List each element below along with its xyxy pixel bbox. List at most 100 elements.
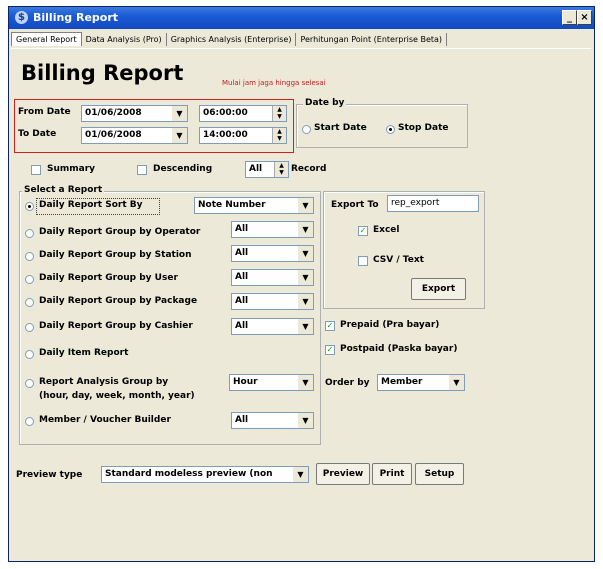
- report-radio-item[interactable]: [25, 350, 34, 359]
- analysis-period-select[interactable]: Hour ▼: [229, 374, 314, 391]
- csv-checkbox[interactable]: [358, 256, 368, 266]
- station-select[interactable]: All ▼: [231, 245, 314, 262]
- to-time-spinner[interactable]: ▲ ▼: [272, 128, 286, 143]
- report-label-item[interactable]: Daily Item Report: [39, 348, 128, 358]
- preview-type-select[interactable]: Standard modeless preview (non ▼: [101, 466, 309, 483]
- postpaid-checkbox[interactable]: ✓: [325, 345, 335, 355]
- to-date-value: 01/06/2008: [85, 130, 142, 140]
- start-date-label[interactable]: Start Date: [314, 123, 367, 133]
- report-label-user[interactable]: Daily Report Group by User: [39, 273, 178, 283]
- report-radio-voucher[interactable]: [25, 417, 34, 426]
- user-select[interactable]: All ▼: [231, 269, 314, 286]
- close-button[interactable]: ×: [577, 10, 592, 25]
- prepaid-label: Prepaid (Pra bayar): [340, 320, 440, 330]
- report-label-operator[interactable]: Daily Report Group by Operator: [39, 227, 200, 237]
- report-label-analysis[interactable]: Report Analysis Group by: [39, 377, 168, 387]
- report-radio-sort-by[interactable]: [25, 202, 34, 211]
- postpaid-label: Postpaid (Paska bayar): [340, 344, 458, 354]
- voucher-value: All: [235, 415, 249, 425]
- chevron-down-icon[interactable]: ▼: [297, 375, 313, 390]
- excel-label: Excel: [373, 225, 400, 235]
- package-select[interactable]: All ▼: [231, 293, 314, 310]
- chevron-down-icon[interactable]: ▼: [297, 319, 313, 334]
- voucher-select[interactable]: All ▼: [231, 412, 314, 429]
- from-date-picker[interactable]: 01/06/2008 ▼: [81, 105, 188, 122]
- prepaid-checkbox[interactable]: ✓: [325, 321, 335, 331]
- setup-button[interactable]: Setup: [415, 463, 464, 485]
- report-label-analysis-detail: (hour, day, week, month, year): [39, 391, 195, 401]
- tab-graphics-analysis[interactable]: Graphics Analysis (Enterprise): [167, 33, 297, 46]
- from-time-field[interactable]: 06:00:00 ▲ ▼: [199, 105, 287, 122]
- chevron-down-icon[interactable]: ▼: [297, 198, 313, 213]
- summary-label: Summary: [47, 164, 96, 174]
- report-radio-analysis[interactable]: [25, 379, 34, 388]
- chevron-down-icon[interactable]: ▼: [448, 375, 464, 390]
- report-radio-cashier[interactable]: [25, 323, 34, 332]
- record-count-spinner[interactable]: ▲ ▼: [274, 162, 288, 177]
- sort-by-select[interactable]: Note Number ▼: [194, 197, 314, 214]
- report-radio-operator[interactable]: [25, 229, 34, 238]
- page-title: Billing Report: [21, 61, 184, 85]
- cashier-value: All: [235, 321, 249, 331]
- report-label-cashier[interactable]: Daily Report Group by Cashier: [39, 321, 193, 331]
- chevron-down-icon[interactable]: ▼: [297, 413, 313, 428]
- descending-label: Descending: [153, 164, 213, 174]
- preview-type-value: Standard modeless preview (non: [105, 469, 273, 479]
- station-value: All: [235, 248, 249, 258]
- tab-data-analysis[interactable]: Data Analysis (Pro): [82, 33, 167, 46]
- to-date-label: To Date: [18, 129, 57, 139]
- operator-select[interactable]: All ▼: [231, 221, 314, 238]
- preview-type-label: Preview type: [16, 470, 83, 480]
- shift-hint: Mulai jam jaga hingga selesai: [222, 79, 326, 87]
- from-time-value: 06:00:00: [203, 108, 248, 118]
- export-filename-input[interactable]: rep_export: [387, 195, 479, 212]
- tab-page-general: Billing Report Mulai jam jaga hingga sel…: [11, 48, 591, 559]
- to-time-field[interactable]: 14:00:00 ▲ ▼: [199, 127, 287, 144]
- from-date-value: 01/06/2008: [85, 108, 142, 118]
- descending-checkbox[interactable]: [137, 165, 147, 175]
- summary-checkbox[interactable]: [31, 165, 41, 175]
- from-date-label: From Date: [18, 107, 71, 117]
- report-label-sort-by[interactable]: Daily Report Sort By: [39, 200, 143, 210]
- export-button[interactable]: Export: [411, 278, 466, 300]
- order-by-select[interactable]: Member ▼: [377, 374, 465, 391]
- chevron-down-icon[interactable]: ▼: [297, 222, 313, 237]
- order-by-label: Order by: [325, 378, 370, 388]
- stop-date-label[interactable]: Stop Date: [398, 123, 449, 133]
- print-button[interactable]: Print: [372, 463, 412, 485]
- order-by-value: Member: [381, 377, 423, 387]
- from-time-spinner[interactable]: ▲ ▼: [272, 106, 286, 121]
- select-report-label: Select a Report: [22, 185, 105, 195]
- record-label: Record: [291, 164, 327, 174]
- tab-perhitungan-point[interactable]: Perhitungan Point (Enterprise Beta): [296, 33, 448, 46]
- report-radio-user[interactable]: [25, 275, 34, 284]
- chevron-down-icon[interactable]: ▼: [297, 294, 313, 309]
- report-label-voucher[interactable]: Member / Voucher Builder: [39, 415, 171, 425]
- chevron-down-icon[interactable]: ▼: [297, 270, 313, 285]
- chevron-down-icon[interactable]: ▼: [171, 106, 187, 121]
- close-icon: ×: [580, 12, 589, 23]
- chevron-down-icon[interactable]: ▼: [292, 467, 308, 482]
- chevron-down-icon[interactable]: ▼: [297, 246, 313, 261]
- tab-strip: General Report Data Analysis (Pro) Graphic…: [11, 32, 448, 48]
- record-count-field[interactable]: All ▲ ▼: [245, 161, 289, 178]
- excel-checkbox[interactable]: ✓: [358, 226, 368, 236]
- export-filename-value: rep_export: [391, 198, 440, 208]
- minimize-button[interactable]: _: [562, 10, 577, 25]
- report-radio-package[interactable]: [25, 298, 34, 307]
- to-date-picker[interactable]: 01/06/2008 ▼: [81, 127, 188, 144]
- window-title: Billing Report: [33, 11, 119, 24]
- report-radio-station[interactable]: [25, 252, 34, 261]
- cashier-select[interactable]: All ▼: [231, 318, 314, 335]
- title-bar[interactable]: $ Billing Report _ ×: [9, 7, 594, 29]
- preview-button[interactable]: Preview: [316, 463, 370, 485]
- minimize-icon: _: [567, 12, 572, 23]
- chevron-down-icon[interactable]: ▼: [171, 128, 187, 143]
- stop-date-radio[interactable]: [386, 125, 395, 134]
- report-label-station[interactable]: Daily Report Group by Station: [39, 250, 192, 260]
- tab-general-report[interactable]: General Report: [11, 32, 82, 46]
- start-date-radio[interactable]: [302, 125, 311, 134]
- report-label-package[interactable]: Daily Report Group by Package: [39, 296, 197, 306]
- app-icon: $: [15, 11, 28, 24]
- operator-value: All: [235, 224, 249, 234]
